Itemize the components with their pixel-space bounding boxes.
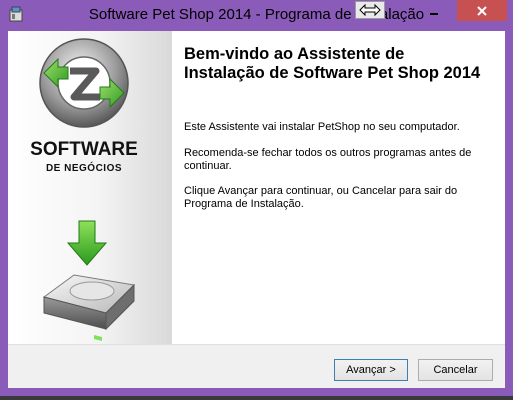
brand-title: SOFTWARE bbox=[30, 139, 138, 160]
welcome-heading: Bem-vindo ao Assistente de Instalação de… bbox=[184, 45, 481, 82]
resize-cursor-icon bbox=[355, 1, 385, 19]
installer-client-area: SOFTWARE DE NEGÓCIOS Bem-vindo ao Assist… bbox=[8, 31, 505, 388]
minimize-button[interactable] bbox=[420, 0, 448, 21]
recycle-arrows-icon bbox=[39, 38, 129, 128]
instructions-paragraph: Clique Avançar para continuar, ou Cancel… bbox=[184, 185, 458, 210]
hard-drive-download-icon bbox=[42, 220, 136, 341]
cancel-button[interactable]: Cancelar bbox=[418, 359, 493, 381]
installer-window: Software Pet Shop 2014 - Programa de Ins… bbox=[0, 0, 513, 396]
close-programs-paragraph: Recomenda-se fechar todos os outros prog… bbox=[184, 147, 472, 172]
next-button[interactable]: Avançar > bbox=[334, 359, 408, 381]
brand-subtitle: DE NEGÓCIOS bbox=[45, 163, 123, 174]
wizard-content: Bem-vindo ao Assistente de Instalação de… bbox=[184, 31, 496, 344]
title-bar[interactable]: Software Pet Shop 2014 - Programa de Ins… bbox=[0, 0, 513, 30]
close-icon bbox=[477, 5, 487, 16]
taskbar-edge bbox=[0, 396, 513, 400]
minimize-icon bbox=[430, 12, 438, 15]
intro-paragraph: Este Assistente vai instalar PetShop no … bbox=[184, 121, 460, 133]
wizard-button-bar: Avançar > Cancelar bbox=[8, 344, 505, 388]
wizard-side-banner: SOFTWARE DE NEGÓCIOS bbox=[8, 31, 172, 344]
close-button[interactable] bbox=[457, 0, 507, 21]
